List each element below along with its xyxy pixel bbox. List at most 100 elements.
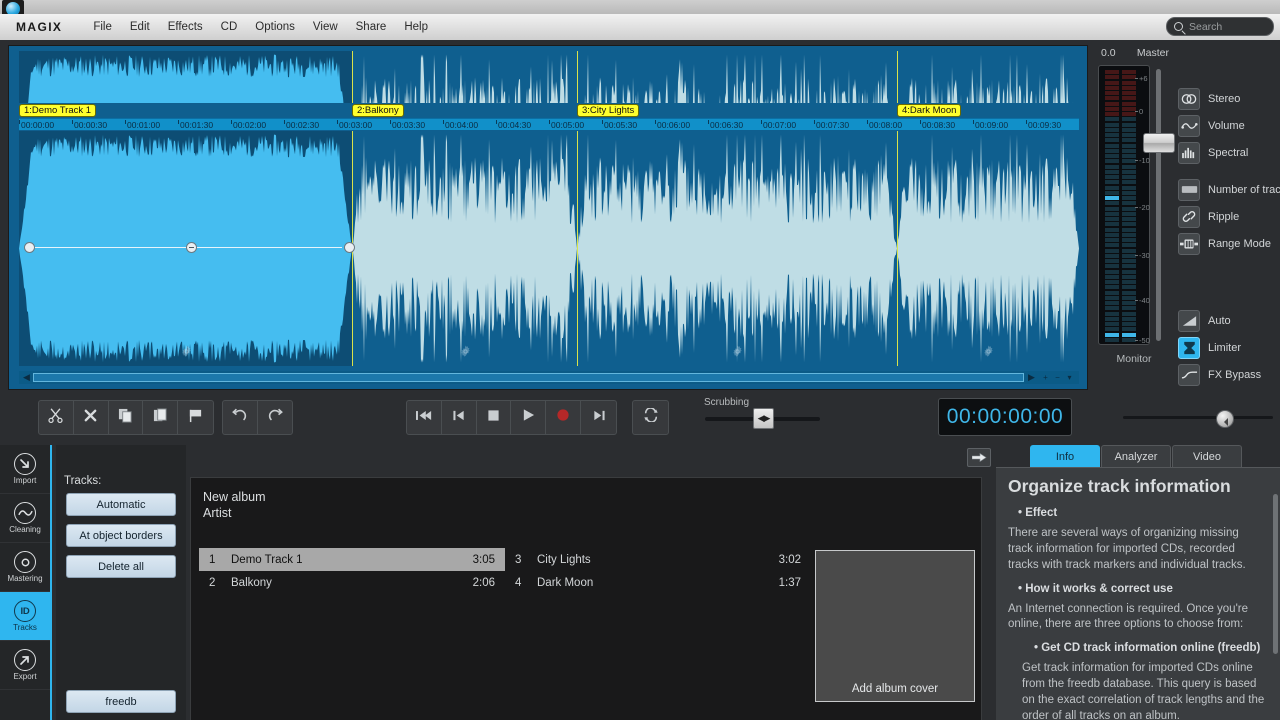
tool-button-ripple[interactable]: Ripple [1178, 203, 1280, 230]
master-fader-track[interactable] [1156, 69, 1161, 341]
sidebar-item-tracks[interactable]: ID Tracks [0, 592, 50, 641]
zoom-in-icon[interactable]: + [1040, 372, 1051, 383]
object-settings-gear-icon[interactable] [731, 345, 744, 358]
audio-object-4[interactable] [897, 51, 1079, 103]
button-delete-all[interactable]: Delete all [66, 555, 176, 578]
table-row[interactable]: 1 Demo Track 1 3:05 [199, 548, 505, 571]
table-row[interactable]: 3 City Lights 3:02 [505, 548, 811, 571]
menu-item-cd[interactable]: CD [212, 18, 247, 36]
scrubbing-knob[interactable]: ◀▶ [753, 408, 774, 429]
paste-button[interactable] [143, 401, 179, 434]
search-input[interactable]: Search [1166, 17, 1274, 36]
timecode-ruler[interactable]: 00:00:00 00:00:30 00:01:00 00:01:30 00:02:00… [19, 118, 1079, 130]
album-cover-dropzone[interactable]: Add album cover [815, 550, 975, 702]
menu-item-effects[interactable]: Effects [159, 18, 212, 36]
volume-handle-left[interactable] [24, 242, 35, 253]
audio-object-1[interactable] [19, 51, 352, 103]
scroll-left-icon[interactable]: ◀ [21, 372, 32, 383]
ruler-tick: 00:00:00 [19, 120, 55, 130]
stop-button[interactable] [477, 401, 512, 434]
meter-segment [1105, 232, 1119, 237]
object-boundary[interactable] [897, 51, 898, 103]
copy-button[interactable] [109, 401, 144, 434]
tool-button-auto[interactable]: Auto [1178, 307, 1280, 334]
meter-segment [1122, 75, 1136, 80]
master-fader-knob[interactable] [1143, 133, 1175, 153]
play-button[interactable] [511, 401, 547, 434]
monitor-volume-slider[interactable] [1123, 410, 1280, 428]
menu-item-edit[interactable]: Edit [121, 18, 159, 36]
tool-button-limiter[interactable]: Limiter [1178, 334, 1280, 361]
tool-button-number-of-tracks[interactable]: Number of tracks [1178, 176, 1280, 203]
tool-button-fx-bypass[interactable]: FX Bypass [1178, 361, 1280, 388]
next-marker-button[interactable] [581, 401, 616, 434]
track-marker-1[interactable]: 1:Demo Track 1 [19, 104, 97, 117]
track-marker-4[interactable]: 4:Dark Moon [897, 104, 962, 117]
sidebar-item-export[interactable]: Export [0, 641, 50, 690]
menu-item-file[interactable]: File [84, 18, 121, 36]
record-button[interactable] [546, 401, 582, 434]
object-boundary[interactable] [897, 131, 898, 366]
button-automatic[interactable]: Automatic [66, 493, 176, 516]
audio-object-4[interactable] [897, 131, 1079, 366]
audio-object-2[interactable] [352, 51, 577, 103]
undo-button[interactable] [223, 401, 258, 434]
volume-handle-mid[interactable] [185, 242, 197, 253]
track-marker-bar[interactable]: 1:Demo Track 1 2:Balkony 3:City Lights 4:Da… [19, 104, 1079, 118]
object-settings-gear-icon[interactable] [982, 345, 995, 358]
scroll-right-icon[interactable]: ▶ [1026, 372, 1037, 383]
track-marker-2[interactable]: 2:Balkony [352, 104, 404, 117]
audio-object-3[interactable] [577, 131, 897, 366]
tab-video[interactable]: Video [1172, 445, 1242, 467]
object-boundary[interactable] [352, 51, 353, 103]
monitor-volume-knob[interactable] [1216, 410, 1234, 428]
meter-segment [1105, 211, 1119, 216]
loop-button[interactable] [633, 401, 668, 434]
menu-item-share[interactable]: Share [347, 18, 396, 36]
expand-panel-button[interactable] [967, 448, 991, 467]
object-boundary[interactable] [577, 51, 578, 103]
waveform-horizontal-scrollbar[interactable]: ◀ ▶ + − ▾ [19, 371, 1079, 384]
menu-item-view[interactable]: View [304, 18, 347, 36]
scrubbing-slider[interactable]: ◀▶ [705, 408, 820, 429]
volume-handle-right[interactable] [344, 242, 355, 253]
object-boundary[interactable] [577, 131, 578, 366]
tab-analyzer[interactable]: Analyzer [1101, 445, 1171, 467]
button-freedb[interactable]: freedb [66, 690, 176, 713]
table-row[interactable]: 4 Dark Moon 1:37 [505, 571, 811, 594]
marker-flag-button[interactable] [178, 401, 213, 434]
menu-item-options[interactable]: Options [246, 18, 304, 36]
rewind-to-start-button[interactable] [407, 401, 442, 434]
audio-object-3[interactable] [577, 51, 897, 103]
table-row[interactable]: 2 Balkony 2:06 [199, 571, 505, 594]
track-marker-3[interactable]: 3:City Lights [577, 104, 640, 117]
info-content: Organize track information • Effect Ther… [996, 467, 1280, 720]
waveform-panel[interactable]: 1:Demo Track 1 2:Balkony 3:City Lights 4:Da… [8, 45, 1088, 390]
delete-button[interactable] [74, 401, 109, 434]
object-settings-gear-icon[interactable] [180, 345, 193, 358]
redo-button[interactable] [258, 401, 293, 434]
zoom-out-icon[interactable]: − [1052, 372, 1063, 383]
meter-segment [1105, 253, 1119, 258]
ruler-tick: 00:07:00 [760, 120, 797, 130]
tool-button-spectral[interactable]: Spectral [1178, 139, 1280, 166]
zoom-full-icon[interactable]: ▾ [1064, 372, 1075, 383]
previous-marker-button[interactable] [442, 401, 477, 434]
tool-button-stereo[interactable]: Stereo [1178, 85, 1280, 112]
sidebar-item-cleaning[interactable]: Cleaning [0, 494, 50, 543]
menu-item-help[interactable]: Help [395, 18, 437, 36]
sidebar-item-mastering[interactable]: Mastering [0, 543, 50, 592]
tool-button-range-mode[interactable]: Range Mode [1178, 230, 1280, 257]
audio-object-2[interactable] [352, 131, 577, 366]
overview-waveform[interactable] [19, 51, 1079, 103]
sidebar-item-import[interactable]: Import [0, 445, 50, 494]
cut-button[interactable] [39, 401, 74, 434]
info-scrollbar[interactable] [1273, 494, 1278, 654]
button-at-object-borders[interactable]: At object borders [66, 524, 176, 547]
scroll-thumb[interactable] [33, 373, 1024, 382]
tool-button-volume[interactable]: Volume [1178, 112, 1280, 139]
paste-icon [153, 407, 168, 428]
main-waveform-view[interactable] [19, 131, 1079, 366]
object-settings-gear-icon[interactable] [459, 345, 472, 358]
tab-info[interactable]: Info [1030, 445, 1100, 467]
